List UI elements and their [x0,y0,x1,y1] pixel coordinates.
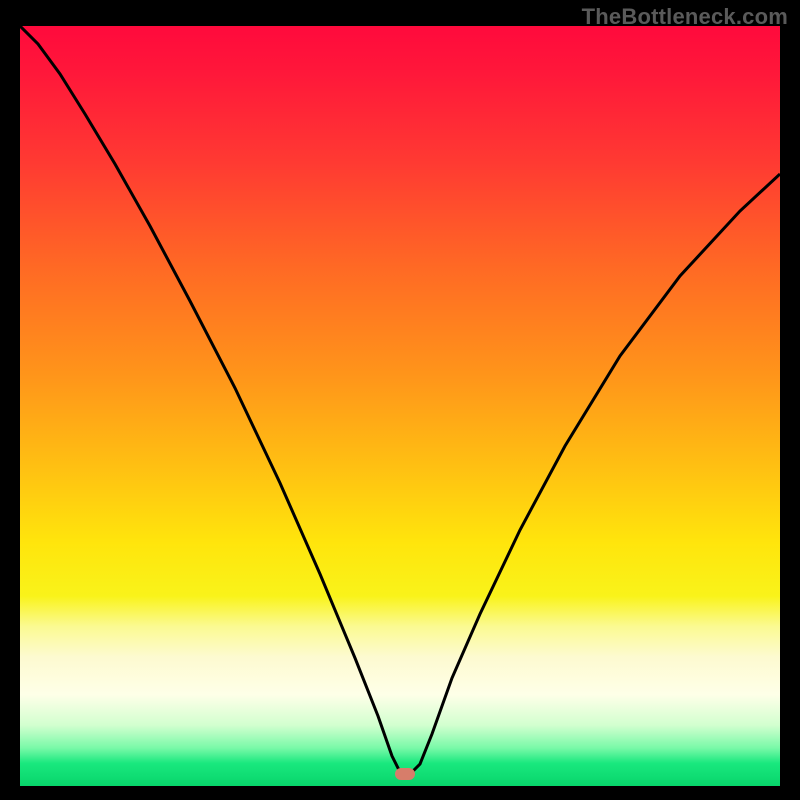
bottleneck-curve [20,26,780,786]
plot-area [20,26,780,786]
curve-path [20,26,780,772]
optimal-point-marker [395,768,415,780]
chart-frame: TheBottleneck.com [0,0,800,800]
